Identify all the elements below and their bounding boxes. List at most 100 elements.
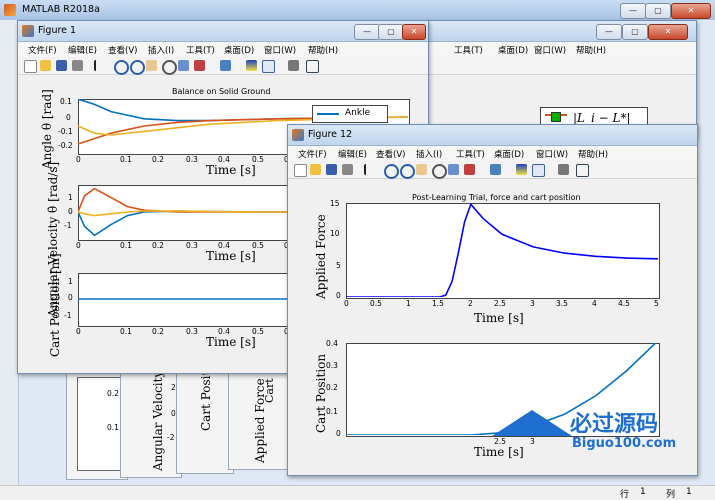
data-cursor-icon[interactable] (448, 164, 459, 175)
pan-icon[interactable] (416, 164, 427, 175)
hide-tools-icon[interactable] (288, 60, 299, 71)
pointer-icon[interactable] (364, 164, 377, 175)
colorbar-icon[interactable] (516, 164, 527, 175)
bg-close-button[interactable]: ✕ (648, 24, 688, 40)
bg-menu-help[interactable]: 帮助(H) (576, 44, 606, 56)
matlab-logo-icon (4, 4, 16, 16)
dock-icon[interactable] (306, 60, 319, 73)
f1-legend[interactable]: Ankle (312, 105, 388, 123)
f12-menu-tools[interactable]: 工具(T) (456, 148, 485, 160)
f12-top-xtick-1: 0.5 (370, 299, 382, 308)
watermark-sub: Biguo100.com (572, 436, 677, 451)
bg-legend-swatch (551, 112, 561, 122)
f1-xlabel-2: Time [s] (206, 249, 256, 263)
bg-menu-desktop[interactable]: 桌面(D) (498, 44, 528, 56)
f12-menu-insert[interactable]: 插入(I) (416, 148, 442, 160)
bg-toolbar (426, 58, 696, 75)
bg-menu-window[interactable]: 窗口(W) (534, 44, 566, 56)
f12-top-xtick-4: 2 (468, 299, 473, 308)
brush-icon[interactable] (194, 60, 205, 71)
f1-xlabel-3: Time [s] (206, 335, 256, 349)
bg-menu-tools[interactable]: 工具(T) (454, 44, 483, 56)
new-figure-icon[interactable] (294, 164, 307, 177)
open-file-icon[interactable] (40, 60, 51, 71)
figure1-maximize-button[interactable]: ▢ (378, 24, 404, 40)
legend-icon[interactable] (262, 60, 275, 73)
f1-xtick-1-3: 0.3 (186, 155, 198, 164)
f12-menu-desktop[interactable]: 桌面(D) (494, 148, 524, 160)
status-col-label: 列 (666, 490, 676, 500)
f1-ytick-2-1: 0 (68, 207, 73, 216)
f1-menu-window[interactable]: 窗口(W) (264, 44, 296, 56)
f12-top-xtick-7: 3.5 (556, 299, 568, 308)
legend-icon[interactable] (532, 164, 545, 177)
f1-menu-desktop[interactable]: 桌面(D) (224, 44, 254, 56)
figure1-close-button[interactable]: ✕ (402, 24, 426, 40)
print-icon[interactable] (72, 60, 83, 71)
main-close-button[interactable]: ✕ (671, 3, 711, 19)
background-figure-window[interactable]: — ▢ ✕ 工具(T) 桌面(D) 窗口(W) 帮助(H) |L_i − L*| (425, 20, 697, 137)
hide-tools-icon[interactable] (558, 164, 569, 175)
f12-menu-edit[interactable]: 编辑(E) (338, 148, 367, 160)
f1-xtick-3-0: 0 (76, 327, 81, 336)
graduation-cap-icon (492, 410, 572, 436)
rotate-icon[interactable] (162, 60, 177, 75)
bg-titlebar[interactable]: — ▢ ✕ (426, 21, 696, 42)
dock-icon[interactable] (576, 164, 589, 177)
main-minimize-button[interactable]: — (620, 3, 646, 19)
brush-icon[interactable] (464, 164, 475, 175)
open-file-icon[interactable] (310, 164, 321, 175)
f1-menu-insert[interactable]: 插入(I) (148, 44, 174, 56)
zoom-in-icon[interactable] (114, 60, 129, 75)
bg-maximize-button[interactable]: ▢ (622, 24, 648, 40)
f1-menu-view[interactable]: 查看(V) (108, 44, 137, 56)
main-maximize-button[interactable]: ▢ (645, 3, 671, 19)
bg-minimize-button[interactable]: — (596, 24, 622, 40)
legend-ankle-label: Ankle (345, 108, 371, 118)
zoom-in-icon[interactable] (384, 164, 399, 179)
zoom-out-icon[interactable] (130, 60, 145, 75)
f12-menu-help[interactable]: 帮助(H) (578, 148, 608, 160)
new-figure-icon[interactable] (24, 60, 37, 73)
f12-menu-view[interactable]: 查看(V) (376, 148, 405, 160)
rotate-icon[interactable] (432, 164, 447, 179)
bg-stack-4[interactable]: Applied Force Cart Pos (228, 356, 290, 470)
f12-top-xtick-3: 1.5 (432, 299, 444, 308)
f1-menu-help[interactable]: 帮助(H) (308, 44, 338, 56)
f12-menu-file[interactable]: 文件(F) (298, 148, 327, 160)
pointer-icon[interactable] (94, 60, 107, 71)
f1-xtick-1-0: 0 (76, 155, 81, 164)
f12-bottom-ylabel: Cart Position (314, 353, 328, 433)
f12-top-xtick-8: 4 (592, 299, 597, 308)
bg-ytick-b: 0.1 (107, 423, 119, 432)
series-line-0 (346, 203, 658, 297)
figure12-titlebar[interactable]: Figure 12 (288, 125, 697, 146)
main-titlebar[interactable]: MATLAB R2018a — ▢ ✕ (0, 0, 715, 20)
pan-icon[interactable] (146, 60, 157, 71)
f1-xtick-3-2: 0.2 (152, 327, 164, 336)
bg-stack-3[interactable]: Cart Position (176, 352, 234, 474)
f12-top-xtick-0: 0 (344, 299, 349, 308)
print-icon[interactable] (342, 164, 353, 175)
figure1-menubar: 文件(F) 编辑(E) 查看(V) 插入(I) 工具(T) 桌面(D) 窗口(W… (18, 42, 428, 57)
f1-menu-tools[interactable]: 工具(T) (186, 44, 215, 56)
f1-ylabel-1: Angle θ [rad] (40, 89, 54, 169)
data-cursor-icon[interactable] (178, 60, 189, 71)
save-icon[interactable] (56, 60, 67, 71)
save-icon[interactable] (326, 164, 337, 175)
f1-menu-edit[interactable]: 编辑(E) (68, 44, 97, 56)
bg-stack-2[interactable]: 2 0 -2 Angular Velocity (120, 371, 182, 478)
link-icon[interactable] (220, 60, 231, 71)
colorbar-icon[interactable] (246, 60, 257, 71)
figure1-minimize-button[interactable]: — (354, 24, 380, 40)
link-icon[interactable] (490, 164, 501, 175)
figure12-title: Figure 12 (308, 129, 353, 140)
f12-menu-window[interactable]: 窗口(W) (536, 148, 568, 160)
f1-xtick-2-3: 0.3 (186, 241, 198, 250)
figure1-titlebar[interactable]: Figure 1 — ▢ ✕ (18, 21, 428, 42)
zoom-out-icon[interactable] (400, 164, 415, 179)
f1-ytick-1-1: 0 (66, 113, 71, 122)
bg-stack-1[interactable]: 0.2 0.1 (66, 372, 128, 480)
f1-xtick-1-2: 0.2 (152, 155, 164, 164)
f1-menu-file[interactable]: 文件(F) (28, 44, 57, 56)
